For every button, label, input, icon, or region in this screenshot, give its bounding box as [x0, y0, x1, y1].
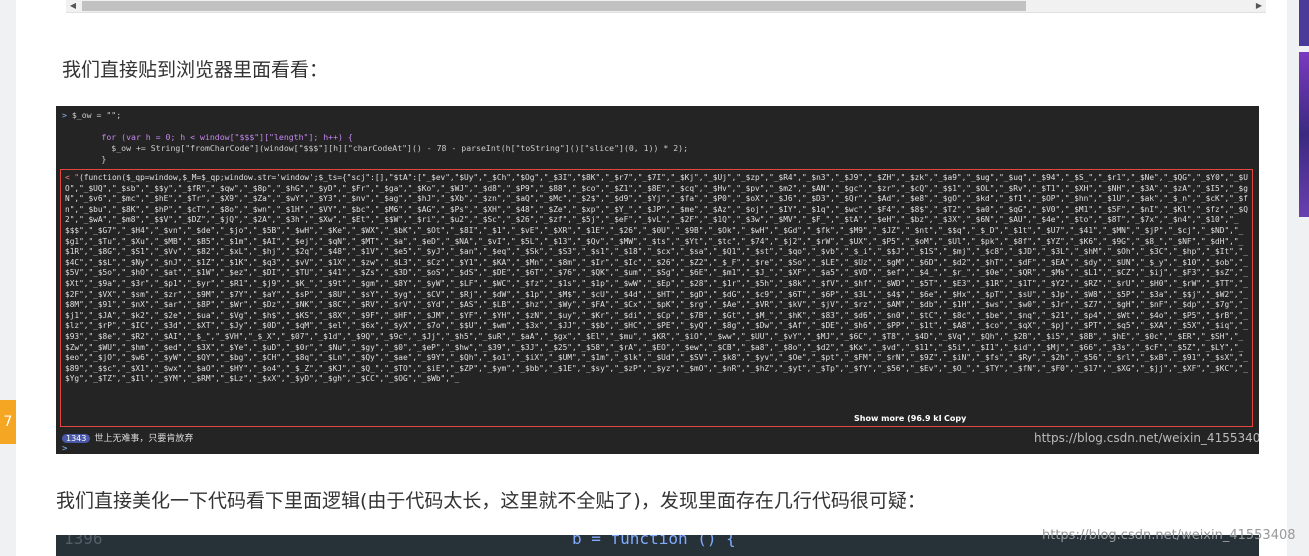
copy-button[interactable]: Copy [941, 414, 970, 423]
console-code: $_ow = ""; [66, 110, 122, 120]
console-input-prompt-icon[interactable]: > [62, 444, 67, 454]
status-message: 世上无难事，只要肯放弃 [94, 434, 194, 444]
right-rail-banner[interactable] [1299, 52, 1309, 217]
console-output-text: < "(function($_qp=window,$_M=$_qp;window… [65, 173, 1248, 385]
paragraph-followup: 我们直接美化一下代码看下里面逻辑(由于代码太长，这里就不全贴了)，发现里面存在几… [56, 490, 926, 512]
scroll-left-arrow-icon[interactable]: ◀ [66, 0, 80, 12]
devtools-console-screenshot: > $_ow = ""; for (var h = 0; h < window[… [56, 106, 1259, 454]
console-line-2: for (var h = 0; h < window["$$$"]["lengt… [62, 132, 353, 142]
right-rail-thumb-top[interactable] [1299, 0, 1309, 46]
right-sidebar [1287, 0, 1309, 556]
left-sidebar: 7 [0, 0, 16, 556]
side-badge[interactable]: 7 [0, 400, 16, 444]
output-string: (function($_qp=window,$_M=$_qp;window.st… [65, 173, 1248, 384]
console-line-1: > $_ow = ""; [62, 110, 121, 120]
scroll-right-arrow-icon[interactable]: ▶ [1252, 0, 1266, 12]
bottom-watermark: https://blog.csdn.net/weixin_41553408 [1042, 528, 1296, 543]
editor-line-number: 1396 [64, 535, 103, 548]
output-prefix: < " [65, 173, 80, 182]
show-more-button[interactable]: Show more (96.9 kB) [851, 414, 952, 423]
console-output-highlight: < "(function($_qp=window,$_M=$_qp;window… [60, 169, 1253, 427]
message-count-badge: 1343 [62, 434, 91, 443]
scrollbar-thumb[interactable] [82, 1, 1026, 11]
console-line-4: } [62, 154, 107, 164]
editor-code: b = function () { [572, 535, 736, 548]
console-status-line: 1343 世上无难事，只要肯放弃 [62, 431, 193, 444]
paragraph-intro: 我们直接贴到浏览器里面看看： [62, 59, 329, 81]
console-line-3: $_ow += String["fromCharCode"](window["$… [62, 143, 689, 153]
image-watermark: https://blog.csdn.net/weixin_41553408 [1034, 431, 1259, 445]
code-horizontal-scrollbar[interactable]: ◀ ▶ [66, 0, 1266, 13]
article-body: ◀ ▶ 我们直接贴到浏览器里面看看： > $_ow = ""; for (var… [16, 0, 1296, 556]
